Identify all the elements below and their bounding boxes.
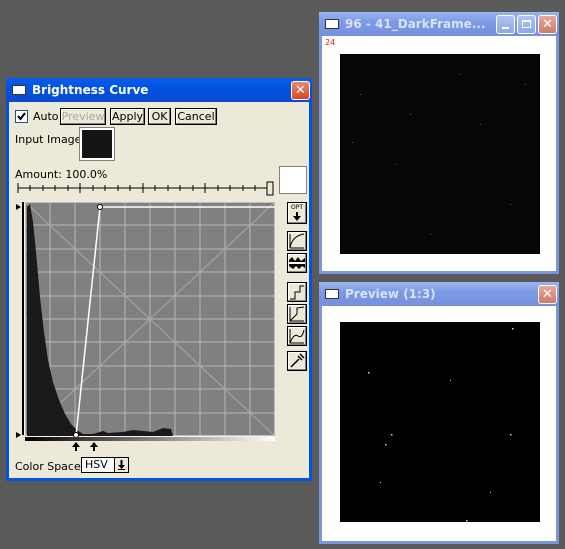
invert-tool-button[interactable] [287,253,307,273]
smooth-tool-button[interactable] [287,326,307,346]
auto-label: Auto [33,110,59,123]
input-image-thumbnail[interactable] [80,128,114,160]
curve-tool-button[interactable] [287,231,307,251]
close-button[interactable]: ✕ [538,14,557,34]
preview-titlebar[interactable]: Preview (1:3) ✕ [319,282,559,306]
curve-control-point [97,204,103,210]
minimize-button[interactable] [496,14,515,34]
step-tool-button[interactable] [287,282,307,302]
brightness-curve-titlebar[interactable]: Brightness Curve ✕ [6,78,312,102]
eyedropper-button[interactable] [287,351,307,371]
star-field [368,328,514,522]
arrow-down-icon [293,212,301,221]
color-space-label: Color Space: [15,460,85,473]
frame-counter: 24 [325,38,336,47]
wave-icon [289,257,305,269]
dropdown-arrow-icon[interactable] [114,458,128,472]
window-icon [325,19,339,29]
eyedropper-icon [290,353,305,368]
dark-frame-titlebar[interactable]: 96 - 41_DarkFrame... ✕ [319,12,559,36]
brightness-content: Auto Preview Apply OK Cancel Input Image… [9,102,309,478]
amount-slider[interactable] [15,179,275,201]
input-gradient-bar [25,437,275,441]
window-icon [325,289,339,299]
window-title: Brightness Curve [32,83,149,97]
window-icon [12,85,26,95]
step-icon [290,285,304,300]
window-title: 96 - 41_DarkFrame... [345,17,486,31]
window-title: Preview (1:3) [345,287,436,301]
opt-label: OPT [290,204,303,211]
curve-icon [289,233,305,249]
bottom-arrow-icon [16,432,21,438]
cancel-button[interactable]: Cancel [175,108,217,125]
preview-image[interactable] [340,322,540,522]
black-point-marker-icon [72,442,80,451]
close-button[interactable]: ✕ [538,284,557,304]
range-markers[interactable] [69,442,109,452]
brightness-curve-window: Brightness Curve ✕ Auto Preview Apply OK… [6,78,312,481]
input-image-label: Input Image: [15,133,86,146]
maximize-icon [522,20,531,28]
top-arrow-icon [16,204,21,210]
maximize-button[interactable] [517,14,536,34]
color-space-value: HSV [85,458,108,471]
apply-button[interactable]: Apply [110,108,145,125]
smooth-curve-icon [289,329,305,344]
amount-slider-thumb [266,181,274,196]
curve-graph[interactable] [13,202,275,442]
dark-frame-image[interactable] [340,54,540,254]
color-swatch[interactable] [279,166,307,194]
minimize-icon [502,27,509,29]
close-button[interactable]: ✕ [291,80,310,100]
white-point-marker-icon [90,442,98,451]
linear-curve-icon [289,306,305,322]
ok-button[interactable]: OK [148,108,171,125]
linear-tool-button[interactable] [287,304,307,324]
star-field [352,74,526,235]
color-space-select[interactable]: HSV [81,457,129,473]
preview-button[interactable]: Preview [60,108,106,125]
dark-frame-window: 96 - 41_DarkFrame... ✕ 24 [319,12,559,274]
preview-window: Preview (1:3) ✕ [319,282,559,544]
opt-button[interactable]: OPT [287,202,307,224]
auto-checkbox[interactable] [15,110,28,123]
check-icon [17,112,26,121]
